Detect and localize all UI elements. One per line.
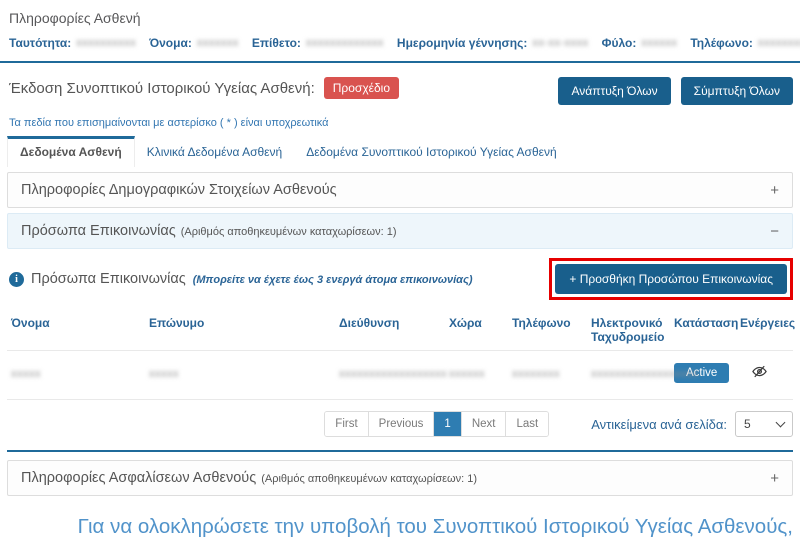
info-icon: i: [9, 272, 24, 287]
patient-field-label: Ταυτότητα:: [9, 36, 71, 50]
contacts-hint: (Μπορείτε να έχετε έως 3 ενεργά άτομα επ…: [193, 274, 473, 286]
submission-instruction-message: Για να ολοκληρώσετε την υποβολή του Συνο…: [7, 511, 793, 537]
accordion-count: (Αριθμός αποθηκευμένων καταχωρίσεων: 1): [181, 226, 397, 238]
page-title: Πληροφορίες Ασθενή: [9, 10, 793, 26]
accordion-title: Πρόσωπα Επικοινωνίας: [21, 223, 176, 239]
version-title-group: Έκδοση Συνοπτικού Ιστορικού Υγείας Ασθεν…: [9, 77, 399, 99]
patient-field-surname: Επίθετο: xxxxxxxxxxxxx: [252, 36, 384, 50]
eye-slash-icon: [752, 367, 767, 382]
patient-field-sex: Φύλο: xxxxxx: [602, 36, 678, 50]
items-per-page-label: Αντικείμενα ανά σελίδα:: [591, 417, 727, 432]
accordion-insurance-title-group: Πληροφορίες Ασφαλίσεων Ασθενούς (Αριθμός…: [21, 470, 477, 486]
accordion-title: Πληροφορίες Δημογραφικών Στοιχείων Ασθεν…: [21, 182, 337, 198]
tab-summary-history-data[interactable]: Δεδομένα Συνοπτικού Ιστορικού Υγείας Ασθ…: [294, 136, 568, 167]
contacts-section-title: Πρόσωπα Επικοινωνίας: [31, 271, 186, 287]
column-header-status: Κατάσταση: [670, 308, 736, 351]
column-header-country: Χώρα: [445, 308, 508, 351]
highlight-annotation: + Προσθήκη Προσώπου Επικοινωνίας: [549, 258, 793, 300]
cell-phone-redacted: xxxxxxxx: [512, 368, 560, 380]
items-per-page-select[interactable]: 5: [735, 411, 793, 437]
plus-icon[interactable]: +: [770, 183, 779, 198]
accordion-title: Πληροφορίες Ασφαλίσεων Ασθενούς: [21, 470, 256, 486]
column-header-address: Διεύθυνση: [335, 308, 445, 351]
patient-field-id: Ταυτότητα: xxxxxxxxxx: [9, 36, 136, 50]
items-per-page-group: Αντικείμενα ανά σελίδα: 5: [591, 411, 793, 437]
cell-address-redacted: xxxxxxxxxxxxxxxxxx: [339, 368, 447, 380]
tab-patient-data[interactable]: Δεδομένα Ασθενή: [7, 136, 135, 167]
contacts-section-header: i Πρόσωπα Επικοινωνίας (Μπορείτε να έχετ…: [7, 258, 793, 300]
minus-icon[interactable]: −: [770, 224, 779, 239]
tab-clinical-data[interactable]: Κλινικά Δεδομένα Ασθενή: [135, 136, 295, 167]
contacts-table: Όνομα Επώνυμο Διεύθυνση Χώρα Τηλέφωνο Ηλ…: [7, 308, 793, 400]
patient-field-label: Επίθετο:: [252, 36, 301, 50]
cell-country-redacted: xxxxxx: [449, 368, 485, 380]
draft-status-badge: Προσχέδιο: [324, 77, 399, 99]
patient-field-label: Ημερομηνία γέννησης:: [397, 36, 527, 50]
accordion-insurance[interactable]: Πληροφορίες Ασφαλίσεων Ασθενούς (Αριθμός…: [7, 460, 793, 496]
pagination-bar: First Previous 1 Next Last Αντικείμενα α…: [7, 411, 793, 437]
table-row: xxxxx xxxxx xxxxxxxxxxxxxxxxxx xxxxxx xx…: [7, 351, 793, 400]
cell-surname-redacted: xxxxx: [149, 368, 179, 380]
patient-field-value-redacted: xxxxxxxxxx: [76, 37, 136, 49]
add-contact-button[interactable]: + Προσθήκη Προσώπου Επικοινωνίας: [555, 264, 787, 294]
patient-field-value-redacted: xxxxxxxxxxxxx: [306, 37, 384, 49]
patient-field-firstname: Όνομα: xxxxxxx: [149, 36, 239, 50]
patient-field-value-redacted: xxxxxxxx: [758, 37, 800, 49]
column-header-surname: Επώνυμο: [145, 308, 335, 351]
accordion-demographics-title-group: Πληροφορίες Δημογραφικών Στοιχείων Ασθεν…: [21, 182, 337, 198]
patient-field-label: Φύλο:: [602, 36, 637, 50]
header-divider: [0, 61, 800, 63]
accordion-demographics[interactable]: Πληροφορίες Δημογραφικών Στοιχείων Ασθεν…: [7, 172, 793, 208]
pager-previous[interactable]: Previous: [369, 412, 435, 436]
column-header-phone: Τηλέφωνο: [508, 308, 587, 351]
version-title: Έκδοση Συνοπτικού Ιστορικού Υγείας Ασθεν…: [9, 80, 315, 97]
patient-field-label: Όνομα:: [149, 36, 192, 50]
pager-last[interactable]: Last: [506, 412, 548, 436]
collapse-all-button[interactable]: Σύμπτυξη Όλων: [681, 77, 793, 105]
pager-page-1[interactable]: 1: [434, 412, 461, 436]
plus-icon[interactable]: +: [770, 471, 779, 486]
patient-field-phone: Τηλέφωνο: xxxxxxxx: [690, 36, 800, 50]
version-header: Έκδοση Συνοπτικού Ιστορικού Υγείας Ασθεν…: [7, 77, 793, 105]
table-header-row: Όνομα Επώνυμο Διεύθυνση Χώρα Τηλέφωνο Ηλ…: [7, 308, 793, 351]
column-header-email: Ηλεκτρονικό Ταχυδρομείο: [587, 308, 670, 351]
contacts-panel-bottom-border: [7, 450, 793, 452]
accordion-count: (Αριθμός αποθηκευμένων καταχωρίσεων: 1): [261, 473, 477, 485]
accordion-contacts-title-group: Πρόσωπα Επικοινωνίας (Αριθμός αποθηκευμέ…: [21, 223, 397, 239]
patient-field-value-redacted: xxxxxxx: [197, 37, 239, 49]
contacts-title-group: i Πρόσωπα Επικοινωνίας (Μπορείτε να έχετ…: [9, 271, 473, 287]
pager-first[interactable]: First: [325, 412, 368, 436]
cell-email-redacted: xxxxxxxxxxxxxxxxxx: [591, 368, 699, 380]
patient-info-bar: Ταυτότητα: xxxxxxxxxx Όνομα: xxxxxxx Επί…: [9, 36, 793, 50]
deactivate-contact-button[interactable]: [752, 364, 767, 382]
patient-summary-page: Πληροφορίες Ασθενή Ταυτότητα: xxxxxxxxxx…: [0, 0, 800, 537]
required-fields-note: Τα πεδία που επισημαίνονται με αστερίσκο…: [9, 117, 793, 129]
column-header-name: Όνομα: [7, 308, 145, 351]
tab-bar: Δεδομένα Ασθενή Κλινικά Δεδομένα Ασθενή …: [7, 136, 793, 167]
expand-all-button[interactable]: Ανάπτυξη Όλων: [558, 77, 670, 105]
pager: First Previous 1 Next Last: [324, 411, 549, 437]
cell-name-redacted: xxxxx: [11, 368, 41, 380]
items-per-page-value: 5: [744, 417, 751, 431]
patient-field-value-redacted: xx-xx-xxxx: [532, 37, 588, 49]
pager-next[interactable]: Next: [462, 412, 507, 436]
patient-field-value-redacted: xxxxxx: [641, 37, 677, 49]
patient-field-label: Τηλέφωνο:: [690, 36, 753, 50]
chevron-down-icon: [776, 418, 786, 428]
column-header-actions: Ενέργειες: [736, 308, 793, 351]
expand-collapse-group: Ανάπτυξη Όλων Σύμπτυξη Όλων: [558, 77, 793, 105]
accordion-contacts[interactable]: Πρόσωπα Επικοινωνίας (Αριθμός αποθηκευμέ…: [7, 213, 793, 249]
patient-field-dob: Ημερομηνία γέννησης: xx-xx-xxxx: [397, 36, 589, 50]
